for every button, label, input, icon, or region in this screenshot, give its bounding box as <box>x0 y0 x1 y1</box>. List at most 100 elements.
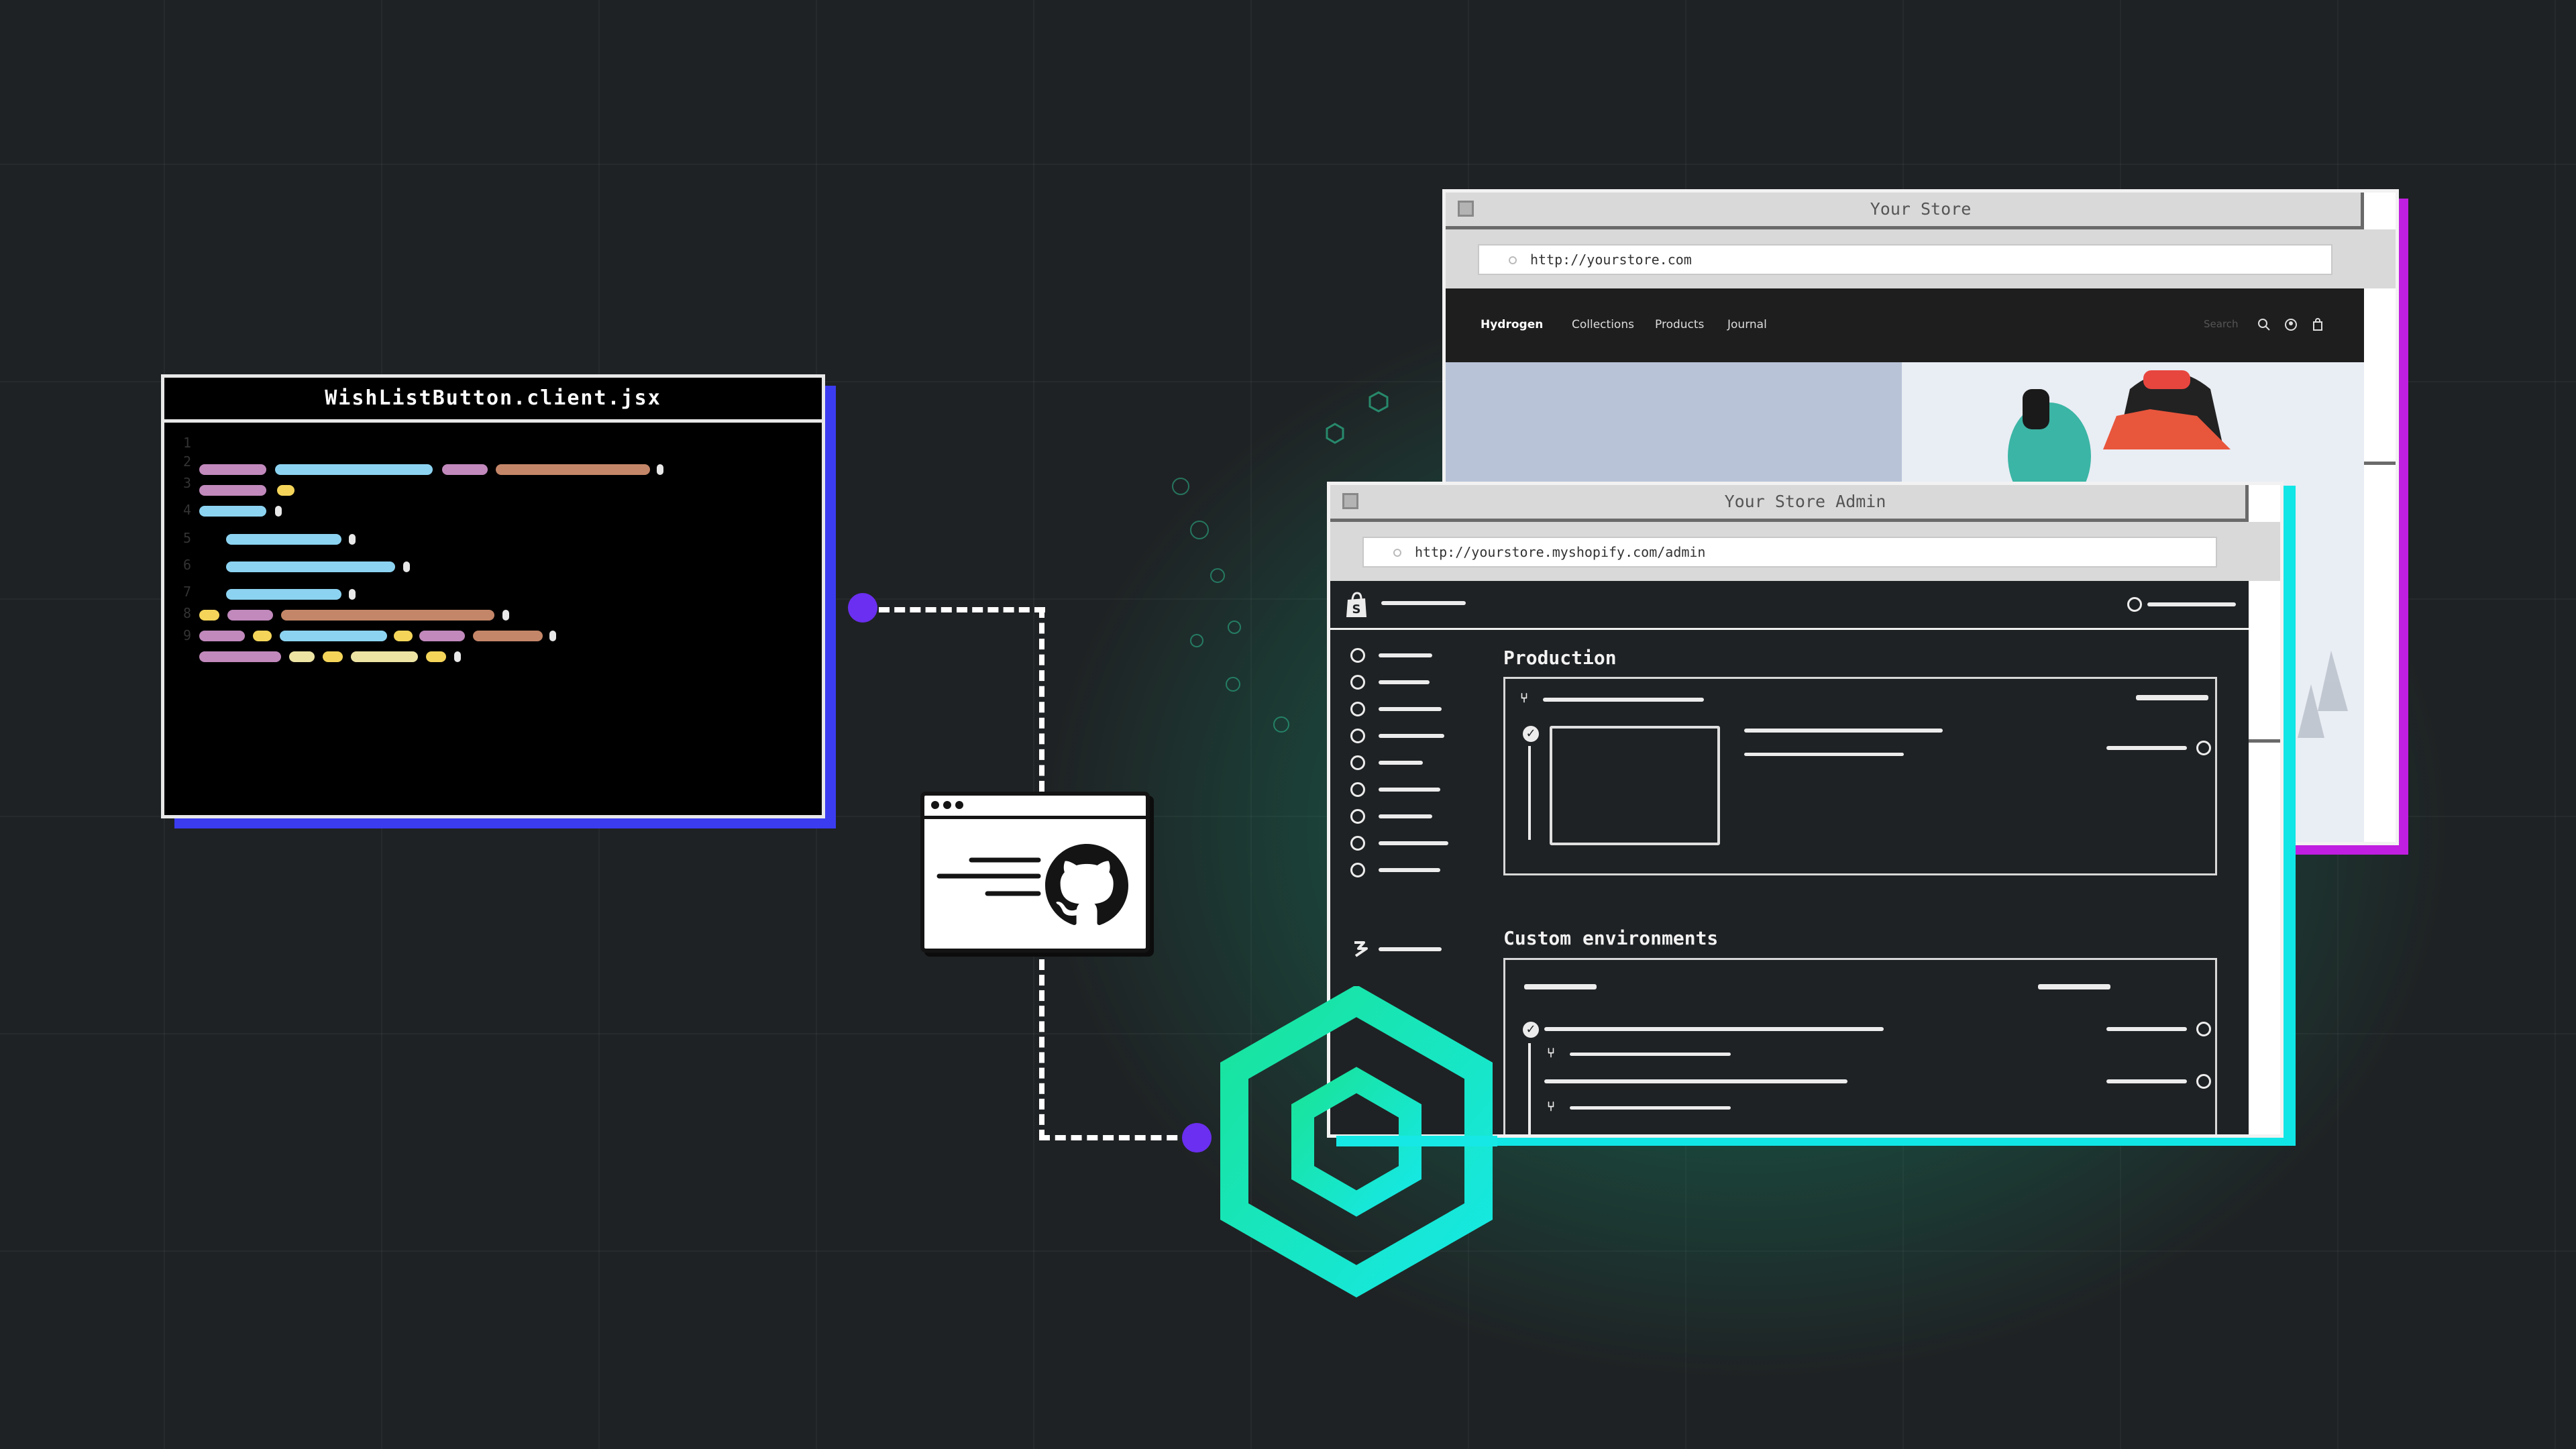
sidebar-item-icon[interactable] <box>1350 755 1365 770</box>
store-scrollbar[interactable] <box>2361 288 2396 842</box>
connector-dot <box>848 593 877 623</box>
sidebar-item-icon[interactable] <box>1350 836 1365 851</box>
connector-line <box>1039 1135 1193 1140</box>
nav-link-products[interactable]: Products <box>1655 318 1704 331</box>
card-titlebar <box>924 796 1146 819</box>
admin-window-title: Your Store Admin <box>1724 492 1886 511</box>
code-editor-window: WishListButton.client.jsx 1 2 3 4 5 6 7 … <box>161 374 825 818</box>
scroll-thumb-edge <box>2364 462 2396 465</box>
line-number: 1 <box>183 435 192 451</box>
code-token <box>496 464 650 475</box>
sidebar-item[interactable] <box>1379 707 1442 711</box>
store-url-text: http://yourstore.com <box>1530 252 1692 268</box>
deployment-menu-icon[interactable] <box>2196 1074 2211 1089</box>
store-name-placeholder <box>1381 601 1466 605</box>
branch-icon: ⑂ <box>1547 1044 1555 1061</box>
deployment-status-placeholder <box>2106 1027 2187 1031</box>
code-token <box>199 485 266 496</box>
deployment-status-placeholder <box>2106 1079 2187 1083</box>
sidebar-item-icon[interactable] <box>1350 702 1365 716</box>
code-token <box>442 464 488 475</box>
code-token <box>226 561 395 572</box>
deployment-preview-thumbnail[interactable] <box>1550 726 1720 845</box>
code-token <box>280 631 387 641</box>
connector-dot <box>1182 1123 1212 1152</box>
environment-action-placeholder[interactable] <box>2038 984 2110 989</box>
code-token <box>199 631 245 641</box>
account-icon[interactable] <box>2284 318 2298 331</box>
branch-name-placeholder <box>1570 1053 1731 1056</box>
sidebar-item-icon[interactable] <box>1350 675 1365 690</box>
code-token <box>277 485 294 496</box>
sidebar-item[interactable] <box>1379 653 1432 657</box>
profile-icon[interactable] <box>2127 597 2142 612</box>
code-token <box>549 631 556 641</box>
nav-link-collections[interactable]: Collections <box>1572 318 1634 331</box>
line-number: 7 <box>183 584 192 600</box>
code-token <box>351 651 418 662</box>
store-brand[interactable]: Hydrogen <box>1481 318 1543 331</box>
section-title-custom-environments: Custom environments <box>1503 927 1719 949</box>
admin-topbar: S <box>1330 581 2249 630</box>
code-token <box>275 464 433 475</box>
window-control[interactable] <box>1342 493 1358 509</box>
timeline-line <box>1528 746 1531 840</box>
sidebar-item[interactable] <box>1379 761 1423 765</box>
code-token <box>349 534 356 545</box>
panel-action-placeholder[interactable] <box>2136 695 2208 700</box>
line-number: 3 <box>183 475 192 491</box>
deployment-menu-icon[interactable] <box>2196 1022 2211 1036</box>
admin-scrollbar[interactable] <box>2245 581 2280 1134</box>
code-token <box>403 561 410 572</box>
store-navbar: Hydrogen Collections Products Journal Se… <box>1446 288 2364 362</box>
deployment-title-placeholder <box>1544 1027 1884 1031</box>
admin-url-bar[interactable]: http://yourstore.myshopify.com/admin <box>1362 537 2217 568</box>
sidebar-item-icon[interactable] <box>1350 648 1365 663</box>
custom-environments-panel: ✓ ⑂ ⑂ <box>1503 958 2217 1134</box>
window-control[interactable] <box>1458 201 1474 217</box>
code-token <box>281 610 494 621</box>
code-token <box>349 589 356 600</box>
code-token <box>226 589 341 600</box>
branch-name-placeholder <box>1570 1106 1731 1110</box>
store-url-bar[interactable]: http://yourstore.com <box>1478 244 2332 275</box>
sidebar-item-hydrogen[interactable] <box>1379 947 1442 951</box>
deployed-check-icon: ✓ <box>1523 726 1539 742</box>
sidebar-item-icon[interactable] <box>1350 809 1365 824</box>
deployment-title-placeholder <box>1544 1079 1847 1083</box>
shopify-bag-icon[interactable]: S <box>1345 592 1368 619</box>
connector-line <box>1039 959 1044 1140</box>
sidebar-item-icon[interactable] <box>1350 729 1365 743</box>
svg-text:S: S <box>1352 602 1361 616</box>
store-window-titlebar: Your Store <box>1446 193 2396 229</box>
store-window-title: Your Store <box>1870 199 1972 219</box>
code-token <box>199 610 219 621</box>
hydrogen-sidebar-icon[interactable] <box>1350 941 1371 958</box>
line-number: 9 <box>183 627 192 643</box>
deployment-meta-placeholder <box>1744 753 1904 756</box>
sidebar-item[interactable] <box>1379 734 1444 738</box>
window-corner <box>2361 193 2396 229</box>
sidebar-item[interactable] <box>1379 814 1432 818</box>
sidebar-item[interactable] <box>1379 788 1440 792</box>
search-icon[interactable] <box>2257 318 2271 331</box>
cart-icon[interactable] <box>2311 318 2324 331</box>
branch-icon: ⑂ <box>1547 1098 1555 1114</box>
sidebar-item[interactable] <box>1379 841 1448 845</box>
nav-link-journal[interactable]: Journal <box>1727 318 1767 331</box>
connector-line <box>879 607 1045 612</box>
sidebar-item[interactable] <box>1379 680 1430 684</box>
deployment-status-placeholder <box>2106 746 2187 750</box>
sidebar-item[interactable] <box>1379 868 1440 872</box>
sidebar-item-icon[interactable] <box>1350 863 1365 877</box>
branch-icon: ⑂ <box>1520 690 1528 706</box>
code-filename: WishListButton.client.jsx <box>164 378 822 423</box>
code-token <box>253 631 272 641</box>
sidebar-item-icon[interactable] <box>1350 782 1365 797</box>
code-token <box>226 534 341 545</box>
store-search-input[interactable]: Search <box>2204 318 2239 330</box>
code-token <box>502 610 509 621</box>
deployment-menu-icon[interactable] <box>2196 741 2211 755</box>
admin-url-row: http://yourstore.myshopify.com/admin <box>1330 522 2280 584</box>
line-number: 4 <box>183 502 192 518</box>
